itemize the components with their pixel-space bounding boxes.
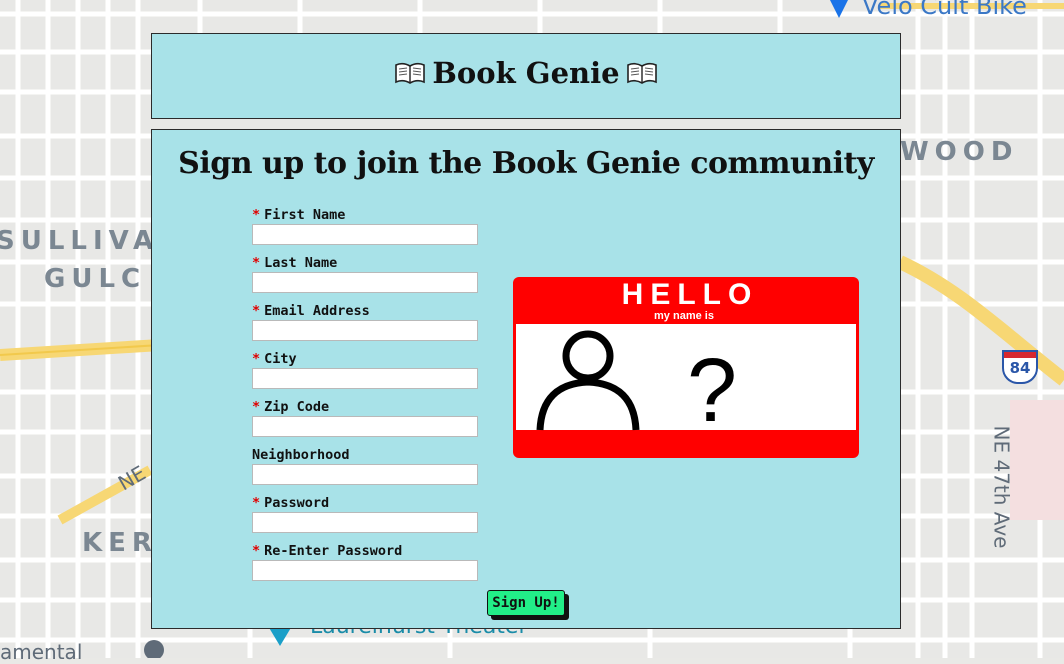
zip-code-input[interactable] (252, 416, 478, 437)
map-label-gulch: GULC (44, 264, 147, 294)
map-label-kerns: KER (82, 528, 158, 558)
zip-code-label-text: Zip Code (264, 399, 330, 415)
required-marker: * (252, 543, 261, 559)
neighborhood-field-group: Neighborhood (252, 446, 478, 485)
neighborhood-label: Neighborhood (252, 446, 478, 464)
email-label: * Email Address (252, 302, 478, 320)
email-input[interactable] (252, 320, 478, 341)
zip-code-label: * Zip Code (252, 398, 478, 416)
email-field-group: * Email Address (252, 302, 478, 341)
re-enter-password-field-group: * Re-Enter Password (252, 542, 478, 581)
sign-up-button[interactable]: Sign Up! (487, 590, 565, 616)
first-name-label: * First Name (252, 206, 478, 224)
highway-shield: 84 (1002, 350, 1038, 384)
password-field-group: * Password (252, 494, 478, 533)
first-name-label-text: First Name (264, 207, 346, 223)
required-marker: * (252, 207, 261, 223)
map-label-velo: Velo Cult Bike (862, 0, 1027, 20)
last-name-label: * Last Name (252, 254, 478, 272)
open-book-icon (626, 62, 657, 84)
password-label-text: Password (264, 495, 330, 511)
signup-heading: Sign up to join the Book Genie community (178, 146, 874, 181)
required-marker: * (252, 303, 261, 319)
open-book-icon (395, 62, 426, 84)
map-label-wood: WOOD (900, 137, 1019, 167)
required-marker: * (252, 351, 261, 367)
signup-panel: Sign up to join the Book Genie community… (151, 129, 901, 629)
first-name-input[interactable] (252, 224, 478, 245)
hello-name-tag-image: HELLO my name is ? (513, 277, 859, 458)
last-name-field-group: * Last Name (252, 254, 478, 293)
last-name-label-text: Last Name (264, 255, 338, 271)
first-name-field-group: * First Name (252, 206, 478, 245)
city-label: * City (252, 350, 478, 368)
required-marker: * (252, 255, 261, 271)
hello-text: HELLO (622, 278, 759, 311)
zip-code-field-group: * Zip Code (252, 398, 478, 437)
required-marker: * (252, 495, 261, 511)
password-label: * Password (252, 494, 478, 512)
password-input[interactable] (252, 512, 478, 533)
site-title-text: Book Genie (432, 56, 620, 90)
map-label-sullivan: SULLIVA (0, 226, 160, 256)
header-panel: Book Genie (151, 33, 901, 119)
neighborhood-label-text: Neighborhood (252, 447, 350, 463)
last-name-input[interactable] (252, 272, 478, 293)
re-enter-password-input[interactable] (252, 560, 478, 581)
map-label-ne47: NE 47th Ave (989, 425, 1014, 549)
neighborhood-input[interactable] (252, 464, 478, 485)
re-enter-password-label-text: Re-Enter Password (264, 543, 403, 559)
highway-number: 84 (1009, 359, 1031, 377)
city-input[interactable] (252, 368, 478, 389)
email-label-text: Email Address (264, 303, 370, 319)
city-label-text: City (264, 351, 297, 367)
re-enter-password-label: * Re-Enter Password (252, 542, 478, 560)
site-title: Book Genie (152, 56, 900, 90)
question-mark: ? (687, 341, 737, 441)
map-label-bottom-left: amental (0, 640, 83, 664)
required-marker: * (252, 399, 261, 415)
my-name-is-text: my name is (654, 310, 714, 322)
city-field-group: * City (252, 350, 478, 389)
